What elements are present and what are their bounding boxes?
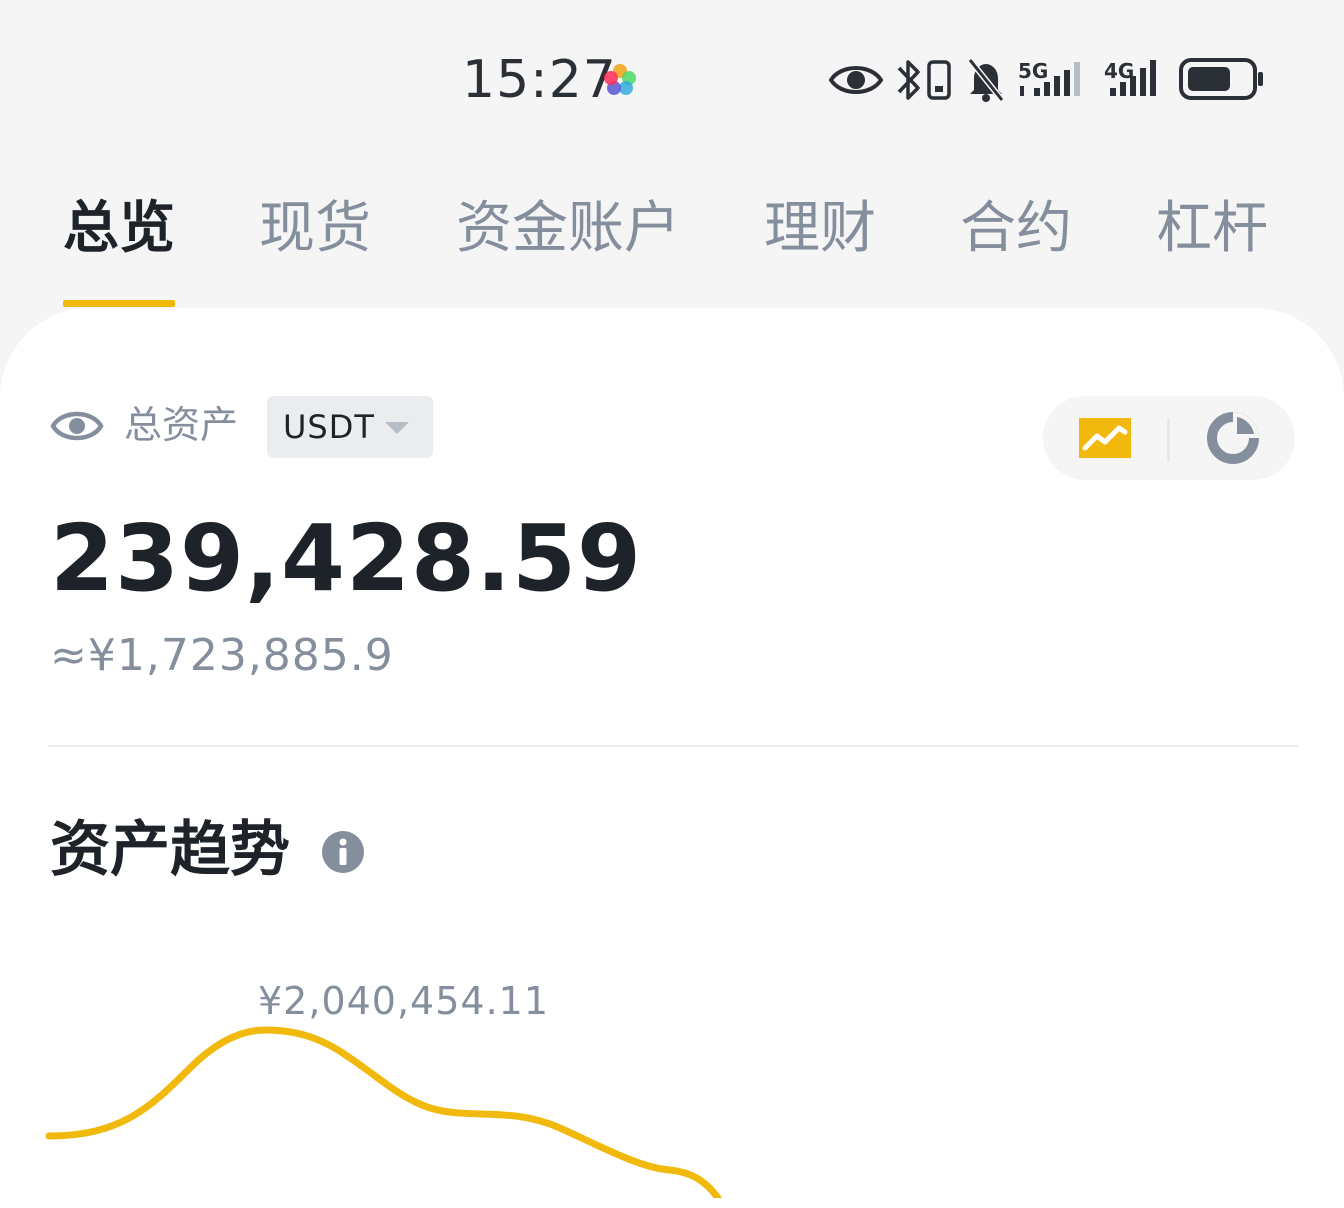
network-5g-label: 5G <box>1018 59 1048 83</box>
total-assets-label: 总资产 <box>124 403 239 447</box>
active-tab-indicator <box>63 300 175 307</box>
info-icon[interactable] <box>322 831 364 873</box>
asset-tabs: 总览 现货 资金账户 理财 合约 杠杆 <box>0 180 1344 310</box>
phone-icon <box>926 52 954 108</box>
chevron-down-icon <box>385 422 409 434</box>
bell-muted-icon <box>966 52 1006 108</box>
app-notification-icon <box>604 64 636 95</box>
line-chart-view-button[interactable] <box>1077 408 1141 468</box>
overview-card: 总资产 USDT 239,428.59 ≈¥1,723,885.9 资产趋势 ¥… <box>0 308 1344 1208</box>
asset-trend-chart[interactable]: ¥2,040,454.11 <box>0 958 1344 1198</box>
tab-spot[interactable]: 现货 <box>259 194 371 264</box>
total-balance-value: 239,428.59 <box>50 505 643 612</box>
view-switch-divider <box>1167 418 1170 462</box>
line-chart-icon <box>1079 418 1131 458</box>
bluetooth-icon <box>894 52 924 108</box>
status-icons: 5G 4G <box>828 52 1268 108</box>
pie-chart-view-button[interactable] <box>1203 408 1267 468</box>
tab-funding[interactable]: 资金账户 <box>456 194 680 264</box>
currency-dropdown[interactable]: USDT <box>267 396 433 458</box>
network-4g-label: 4G <box>1104 59 1134 83</box>
currency-value: USDT <box>283 408 375 446</box>
trend-line <box>45 1026 722 1198</box>
trend-line-svg <box>45 1026 722 1198</box>
cny-equivalent-value: ≈¥1,723,885.9 <box>50 630 394 681</box>
battery-icon <box>1178 52 1268 108</box>
eye-icon[interactable] <box>50 404 104 448</box>
tab-earn[interactable]: 理财 <box>764 194 876 264</box>
asset-header: 总资产 USDT <box>50 396 650 460</box>
eye-icon <box>828 52 884 108</box>
tab-overview[interactable]: 总览 <box>63 194 175 264</box>
asset-trend-title: 资产趋势 <box>50 815 290 885</box>
status-bar: 15:27 5G 4G <box>0 0 1344 160</box>
divider <box>48 745 1298 747</box>
tab-futures[interactable]: 合约 <box>960 194 1072 264</box>
signal-icon: 4G <box>1104 52 1168 108</box>
signal-icon: 5G <box>1018 52 1092 108</box>
status-time: 15:27 <box>462 50 617 110</box>
tab-margin[interactable]: 杠杆 <box>1156 194 1268 264</box>
view-switch <box>1043 396 1295 480</box>
pie-chart-icon <box>1207 412 1259 464</box>
